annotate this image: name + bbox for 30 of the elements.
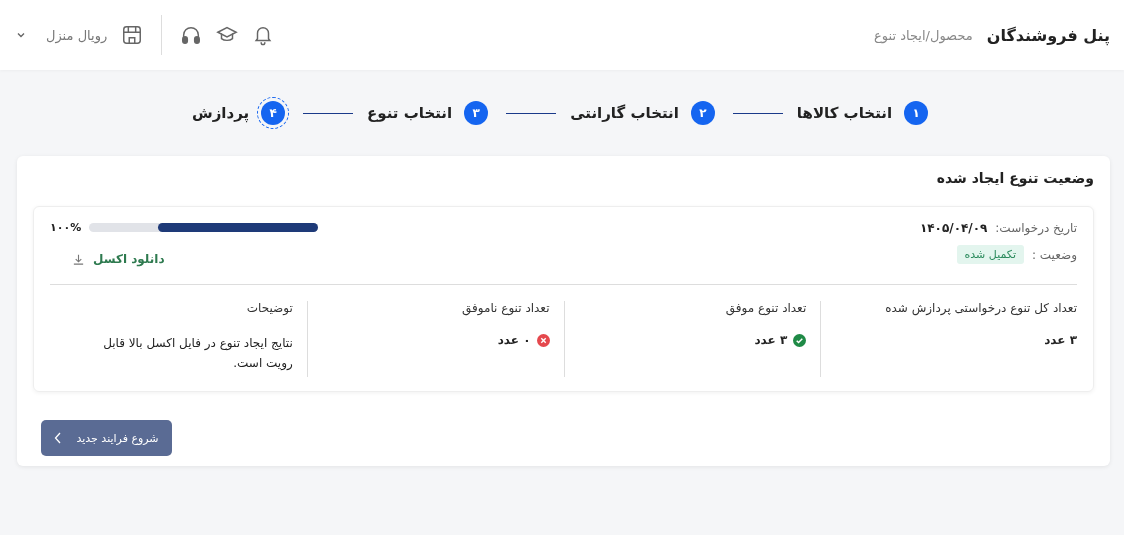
step-label: انتخاب تنوع — [367, 104, 453, 122]
progress-reading: ۱۰۰% — [50, 221, 82, 234]
step-label: انتخاب کالاها — [796, 104, 893, 122]
stat-label: تعداد تنوع موفق — [724, 301, 807, 315]
store-icon[interactable] — [121, 24, 144, 46]
stat-value: ۳ عدد — [754, 333, 788, 347]
breadcrumb[interactable]: محصول/ایجاد تنوع — [874, 27, 973, 43]
download-icon — [72, 252, 85, 266]
stat-label: توضیحات — [245, 301, 293, 315]
stat-label: تعداد کل تنوع درخواستی پردازش شده — [884, 301, 1077, 315]
download-excel-link[interactable]: دانلود اکسل — [50, 252, 165, 266]
stat-value: ۳ عدد — [1044, 333, 1077, 347]
error-icon — [536, 333, 550, 347]
date-value: ۱۴۰۵/۰۴/۰۹ — [919, 221, 988, 235]
chevron-left-icon — [54, 432, 63, 444]
status-label: وضعیت : — [1031, 247, 1077, 262]
check-icon — [793, 333, 807, 347]
stat-label: تعداد تنوع ناموفق — [461, 301, 550, 315]
stat-value: ۰ عدد — [497, 333, 531, 347]
step-label: پردازش — [191, 104, 250, 122]
date-label: تاریخ درخواست: — [995, 221, 1077, 235]
status-badge: تکمیل شده — [956, 245, 1024, 264]
step-label: انتخاب گارانتی — [570, 104, 679, 122]
description-text: نتایج ایجاد تنوع در فایل اکسل بالا قابل رویت است. — [102, 335, 293, 373]
chevron-down-icon[interactable] — [16, 30, 26, 40]
panel-title: وضعیت تنوع ایجاد شده — [935, 170, 1094, 186]
headphones-icon[interactable] — [180, 24, 203, 46]
app-title: پنل فروشندگان — [986, 25, 1110, 45]
start-new-process-button[interactable]: شروع فرایند جدید — [41, 420, 172, 456]
store-name[interactable]: رویال منزل — [46, 27, 108, 43]
